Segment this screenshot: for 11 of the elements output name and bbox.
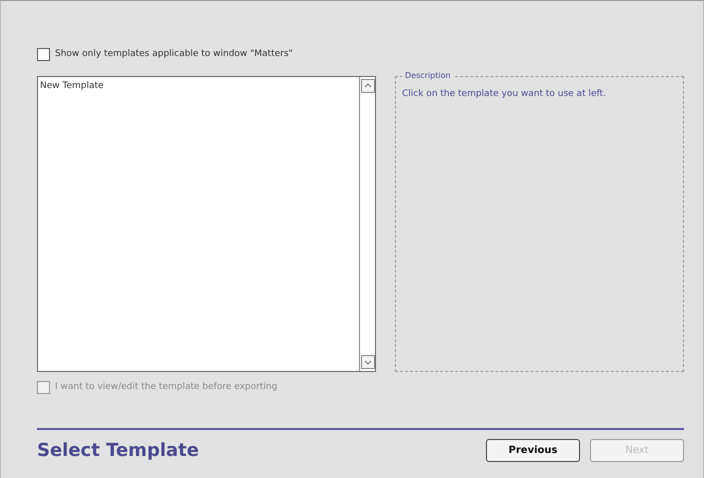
description-text: Click on the template you want to use at left. (402, 89, 607, 99)
scroll-down-icon[interactable] (361, 355, 375, 369)
scroll-bar[interactable] (359, 77, 375, 371)
wizard-button[interactable]: Previous (486, 439, 580, 462)
checkbox-label: Show only templates applicable to window "Matters" (55, 49, 293, 59)
description-title: Description (402, 71, 454, 80)
checkbox[interactable] (37, 48, 50, 60)
scroll-up-icon[interactable] (361, 79, 375, 93)
step-title: Select Template (37, 440, 199, 461)
checkbox-label: I want to view/edit the template before exporting (55, 382, 278, 392)
list-item[interactable]: New Template (40, 80, 357, 92)
